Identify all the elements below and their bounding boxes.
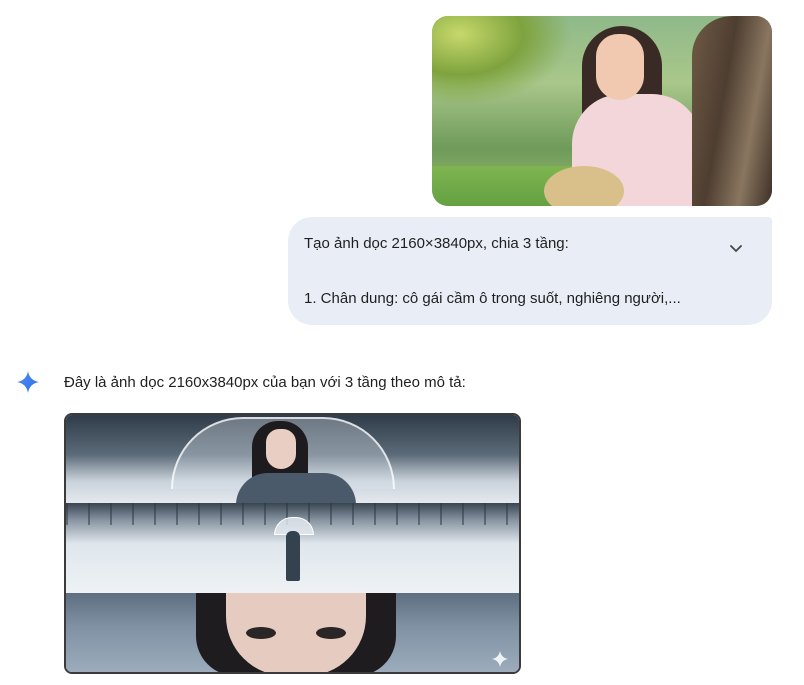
chevron-down-icon — [730, 240, 742, 258]
sparkle-watermark-icon — [491, 650, 509, 668]
girl-coat — [236, 473, 356, 503]
left-eye — [246, 627, 276, 639]
right-eye — [316, 627, 346, 639]
girl-face — [266, 429, 296, 469]
photo-leaves — [432, 16, 572, 106]
prompt-line-1: Tạo ảnh dọc 2160×3840px, chia 3 tầng: — [304, 235, 569, 252]
model-response-text: Đây là ảnh dọc 2160x3840px của bạn với 3… — [64, 374, 466, 391]
image-tier-closeup — [66, 593, 519, 672]
image-tier-portrait — [66, 415, 519, 503]
generated-image[interactable] — [64, 413, 521, 674]
expand-prompt-button[interactable] — [724, 237, 748, 261]
small-figure — [286, 531, 300, 581]
gemini-sparkle-icon — [16, 370, 40, 394]
photo-tree-trunk — [692, 16, 772, 206]
image-tier-wide — [66, 503, 519, 593]
user-prompt-bubble: Tạo ảnh dọc 2160×3840px, chia 3 tầng: 1.… — [288, 217, 772, 325]
user-uploaded-photo[interactable] — [432, 16, 772, 206]
prompt-line-2: 1. Chân dung: cô gái cầm ô trong suốt, n… — [304, 290, 681, 307]
photo-face — [596, 34, 644, 100]
